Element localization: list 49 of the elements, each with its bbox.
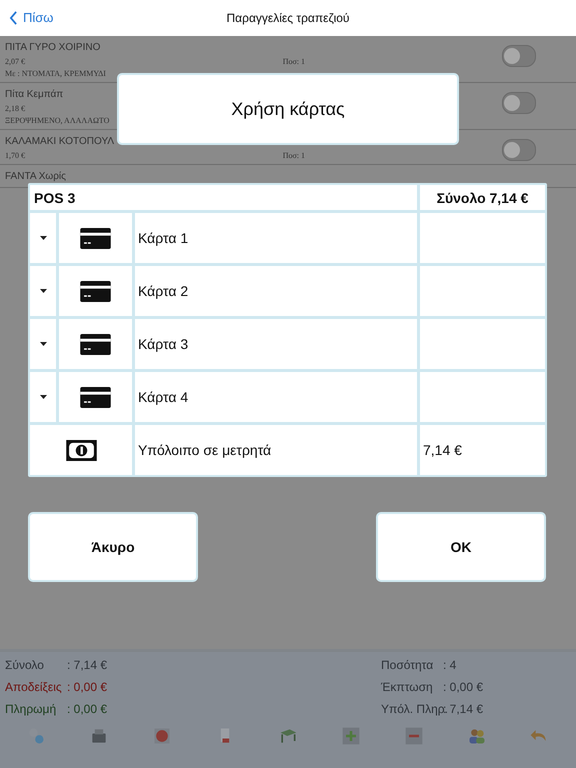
summary-value: : 0,00 € — [67, 680, 108, 694]
card-name[interactable]: Κάρτα 4 — [135, 372, 417, 422]
summary-value: : 4 — [443, 658, 456, 672]
credit-card-icon — [80, 334, 111, 354]
order-item-name: FANTA Χωρίς — [5, 170, 66, 184]
summary-value: : 0,00 € — [443, 680, 484, 694]
order-item-name: Πίτα Κεμπάπ — [5, 88, 64, 102]
card-name[interactable]: Κάρτα 3 — [135, 319, 417, 369]
summary-value: : 7,14 € — [67, 658, 108, 672]
total-label: Σύνολο 7,14 € — [420, 185, 545, 210]
minus-icon[interactable] — [404, 726, 424, 746]
back-link[interactable]: Πίσω — [9, 10, 54, 25]
order-price: 1,70 € — [5, 150, 25, 162]
order-note: ΞΕΡΟΨΗΜΕΝΟ, ΑΛΑΛΑΩΤΟ — [5, 115, 110, 127]
order-price: 2,07 € — [5, 56, 25, 68]
summary-value: : 0,00 € — [67, 702, 108, 716]
cancel-button[interactable]: Άκυρο — [28, 512, 198, 582]
toggle-switch[interactable] — [502, 139, 536, 161]
dialog-title: Χρήση κάρτας — [117, 73, 459, 145]
card-name[interactable]: Κάρτα 1 — [135, 213, 417, 263]
summary-label: Πληρωμή — [5, 702, 58, 716]
summary-label: Σύνολο — [5, 658, 45, 672]
order-item-name: ΚΑΛΑΜΑΚΙ ΚΟΤΟΠΟΥΛ — [5, 135, 114, 149]
ok-button[interactable]: OK — [376, 512, 546, 582]
card-name[interactable]: Κάρτα 2 — [135, 266, 417, 316]
toggle-switch[interactable] — [502, 45, 536, 67]
plus-icon[interactable] — [340, 726, 361, 746]
credit-card-icon — [80, 386, 111, 408]
toggle-switch[interactable] — [502, 92, 536, 114]
banknote-icon — [66, 440, 96, 460]
credit-card-icon — [80, 228, 111, 248]
pos-label: POS 3 — [30, 185, 417, 210]
amount-field[interactable] — [420, 266, 545, 316]
amount-field[interactable] — [420, 372, 545, 422]
order-item-name: ΠΙΤΑ ΓΥΡΟ ΧΟΙΡΙΝΟ — [5, 41, 100, 55]
summary-label: Έκπτωση — [381, 680, 434, 694]
order-quantity: Ποσ: 1 — [282, 56, 305, 68]
order-note: Με : ΝΤΟΜΑΤΑ, ΚΡΕΜΜΥΔΙ — [5, 68, 106, 80]
chevron-left-icon — [9, 10, 18, 24]
cash-label: Υπόλοιπο σε μετρητά — [135, 425, 417, 475]
cash-amount: 7,14 € — [420, 425, 545, 475]
order-price: 2,18 € — [5, 103, 25, 115]
order-quantity: Ποσ: 1 — [282, 150, 305, 162]
summary-label: Αποδείξεις — [5, 680, 63, 694]
page-title: Παραγγελίες τραπεζιού — [226, 11, 350, 25]
amount-field[interactable] — [420, 319, 545, 369]
summary-label: Ποσότητα — [381, 658, 434, 672]
amount-field[interactable] — [420, 213, 545, 263]
credit-card-icon — [80, 280, 111, 302]
